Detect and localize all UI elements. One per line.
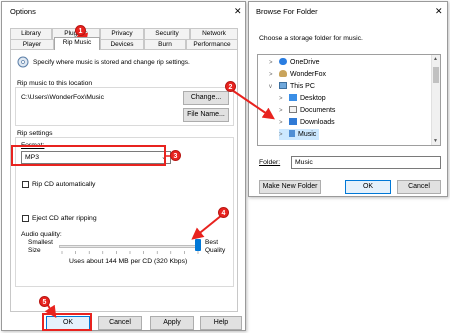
browse-folder-window: Browse For Folder ✕ Choose a storage fol…	[248, 1, 448, 197]
tree-item-downloads[interactable]: > Downloads	[279, 117, 335, 128]
change-button-label: Change...	[190, 94, 222, 101]
apply-button[interactable]: Apply	[150, 316, 194, 330]
tab-security[interactable]: Security	[144, 28, 190, 39]
callout-5: 5	[39, 296, 50, 307]
tab-label: Rip Music	[62, 39, 92, 46]
browse-cancel-label: Cancel	[408, 183, 430, 190]
eject-cd-label: Eject CD after ripping	[32, 215, 97, 222]
help-button[interactable]: Help	[200, 316, 242, 330]
folder-input-value: Music	[295, 159, 313, 166]
tab-privacy[interactable]: Privacy	[100, 28, 144, 39]
chevron-down-icon: v	[269, 84, 272, 90]
cancel-button-label: Cancel	[109, 319, 131, 326]
change-button[interactable]: Change...	[183, 91, 229, 105]
tab-label: Network	[202, 30, 226, 37]
options-close-button[interactable]: ✕	[234, 7, 242, 16]
cloud-icon	[279, 58, 287, 65]
tree-label: WonderFox	[290, 71, 327, 78]
tab-label: Security	[155, 30, 179, 37]
tree-label: Documents	[300, 107, 336, 114]
chevron-right-icon: >	[279, 108, 283, 114]
tab-rip-music[interactable]: Rip Music	[54, 37, 100, 50]
quality-slider-thumb[interactable]	[195, 239, 201, 251]
rip-settings-label: Rip settings	[17, 130, 53, 137]
download-icon	[289, 118, 297, 125]
tab-label: Library	[21, 30, 41, 37]
quality-slider[interactable]	[59, 239, 201, 255]
tab-network[interactable]: Network	[190, 28, 238, 39]
tree-item-this-pc[interactable]: v This PC	[269, 81, 315, 92]
rip-location-path: C:\Users\WonderFox\Music	[21, 94, 104, 101]
best-quality-label: Best Quality	[205, 239, 226, 254]
tree-label: Music	[298, 131, 317, 138]
callout-2: 2	[225, 81, 236, 92]
tab-label: Burn	[158, 41, 172, 48]
chevron-right-icon: >	[279, 96, 283, 102]
browse-title: Browse For Folder	[256, 7, 318, 16]
tree-item-music[interactable]: > Music	[279, 129, 320, 140]
tree-item-desktop[interactable]: > Desktop	[279, 93, 326, 104]
scroll-down-icon[interactable]: ▼	[433, 138, 438, 144]
chevron-right-icon: >	[279, 120, 283, 126]
folder-tree[interactable]: > OneDrive > WonderFox v This PC > Desktop >…	[257, 54, 441, 146]
quality-slider-ticks	[61, 251, 199, 254]
options-title: Options	[10, 7, 36, 16]
tab-label: Performance	[193, 41, 231, 48]
highlight-ok-box	[42, 313, 92, 331]
tree-label: This PC	[290, 83, 315, 90]
rip-description: Specify where music is stored and change…	[33, 59, 190, 66]
chevron-right-icon: >	[269, 72, 273, 78]
file-name-button[interactable]: File Name...	[183, 108, 229, 122]
browse-prompt: Choose a storage folder for music.	[259, 35, 363, 42]
rip-music-panel: Specify where music is stored and change…	[10, 49, 238, 312]
callout-4: 4	[218, 207, 229, 218]
chevron-right-icon: >	[279, 132, 283, 138]
computer-icon	[279, 82, 287, 89]
rip-cd-automatically-checkbox[interactable]	[22, 181, 29, 188]
cancel-button[interactable]: Cancel	[98, 316, 142, 330]
scroll-up-icon[interactable]: ▲	[433, 56, 438, 62]
music-note-icon	[289, 130, 295, 137]
chevron-right-icon: >	[269, 60, 273, 66]
browse-close-button[interactable]: ✕	[435, 7, 443, 16]
tree-label: Desktop	[300, 95, 326, 102]
tab-label: Privacy	[111, 30, 133, 37]
user-icon	[279, 70, 287, 77]
tree-item-wonderfox[interactable]: > WonderFox	[269, 69, 326, 80]
tab-label: Devices	[110, 41, 134, 48]
highlight-format-box	[11, 145, 166, 166]
browse-cancel-button[interactable]: Cancel	[397, 180, 441, 194]
make-new-folder-button[interactable]: Make New Folder	[259, 180, 321, 194]
eject-cd-checkbox[interactable]	[22, 215, 29, 222]
smallest-size-label: Smallest Size	[28, 239, 53, 254]
rip-location-label: Rip music to this location	[17, 80, 93, 87]
callout-1: 1	[75, 25, 86, 36]
tree-scrollbar[interactable]: ▲ ▼	[431, 55, 440, 145]
browse-ok-button[interactable]: OK	[345, 180, 391, 194]
tab-library[interactable]: Library	[10, 28, 52, 39]
tree-label: OneDrive	[290, 59, 320, 66]
document-icon	[289, 106, 297, 113]
folder-input[interactable]: Music	[291, 156, 441, 169]
help-button-label: Help	[213, 319, 229, 326]
audio-quality-label: Audio quality:	[21, 231, 62, 238]
tree-item-documents[interactable]: > Documents	[279, 105, 335, 116]
tree-label: Downloads	[300, 119, 335, 126]
usage-text: Uses about 144 MB per CD (320 Kbps)	[69, 258, 188, 265]
scroll-thumb[interactable]	[433, 67, 439, 83]
tab-label: Player	[22, 41, 42, 48]
tree-item-onedrive[interactable]: > OneDrive	[269, 57, 320, 68]
desktop-icon	[289, 94, 297, 101]
rip-cd-automatically-label: Rip CD automatically	[32, 181, 96, 188]
options-window: Options ✕ Library Plug-ins Privacy Secur…	[1, 1, 246, 331]
apply-button-label: Apply	[163, 319, 181, 326]
rip-cd-icon	[17, 56, 29, 68]
file-name-button-label: File Name...	[187, 111, 225, 118]
make-new-folder-label: Make New Folder	[262, 183, 318, 190]
browse-ok-label: OK	[362, 183, 374, 190]
quality-slider-track	[59, 245, 201, 248]
callout-3: 3	[170, 150, 181, 161]
folder-label: Folder:	[259, 159, 281, 166]
